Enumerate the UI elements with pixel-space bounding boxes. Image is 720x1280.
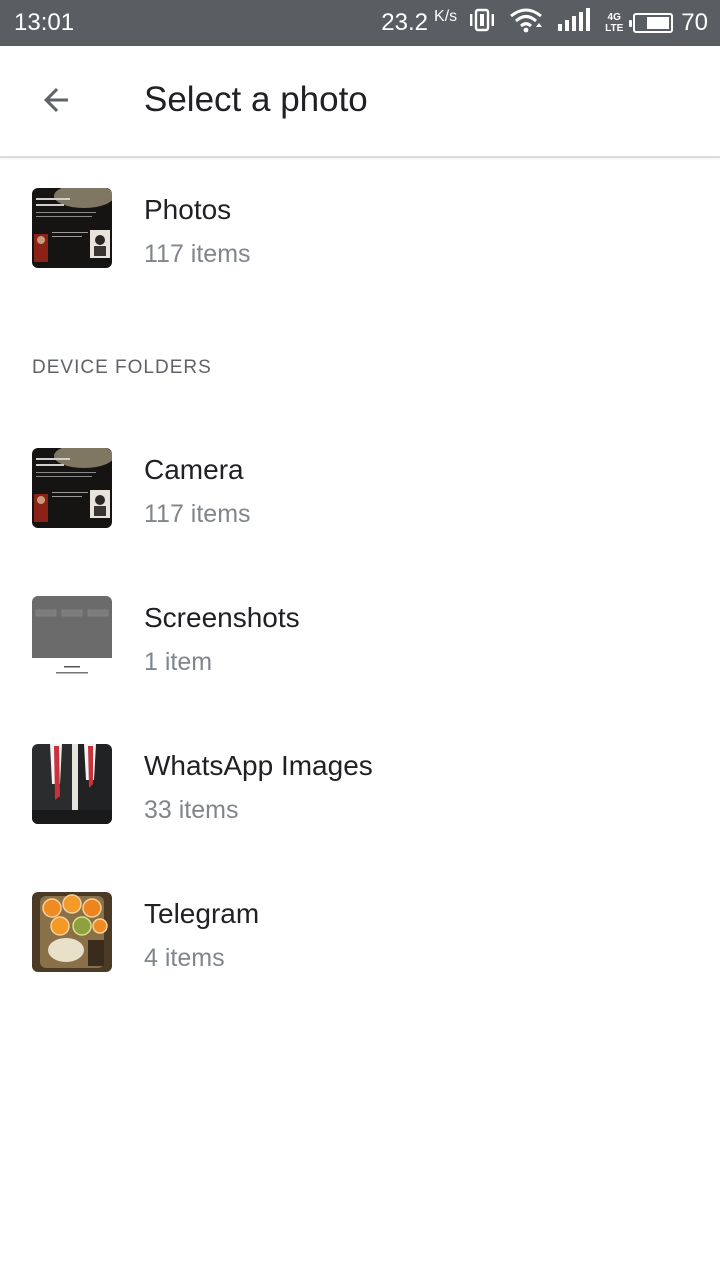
album-thumbnail [32,188,112,268]
folder-count: 4 items [144,944,225,972]
folder-name: WhatsApp Images [144,750,373,781]
status-bar: 13:01 23.2 K/s 4G LTE 70 [0,0,720,46]
app-bar: Select a photo [0,46,720,158]
network-speed: 23.2 [381,9,429,36]
folder-thumbnail [32,448,112,528]
page-title: Select a photo [144,80,368,119]
folder-camera[interactable]: Camera 117 items [0,448,720,558]
vibrate-icon [469,8,495,39]
network-type: 4G LTE [605,12,624,34]
folder-thumbnail [32,596,112,676]
section-header-device-folders: DEVICE FOLDERS [32,357,212,378]
status-icons: 23.2 K/s 4G LTE 70 [381,7,708,40]
folder-whatsapp-images[interactable]: WhatsApp Images 33 items [0,744,720,854]
folder-thumbnail [32,892,112,972]
folder-telegram[interactable]: Telegram 4 items [0,892,720,1002]
status-time: 13:01 [14,9,75,36]
battery-fill [647,17,670,29]
network-speed-unit: K/s [434,8,458,25]
folder-count: 117 items [144,500,251,528]
battery-percent: 70 [681,9,708,36]
folder-thumbnail [32,744,112,824]
signal-icon [557,7,591,39]
album-photos[interactable]: Photos 117 items [0,188,720,298]
folder-count: 33 items [144,796,239,824]
folder-count: 1 item [144,648,213,676]
back-button[interactable] [24,68,88,132]
folder-name: Camera [144,454,244,485]
battery-icon [629,13,674,33]
album-name: Photos [144,194,232,225]
folder-name: Telegram [144,898,260,929]
folder-screenshots[interactable]: Screenshots 1 item [0,596,720,706]
arrow-back-icon [44,88,68,112]
folder-name: Screenshots [144,602,300,633]
album-count: 117 items [144,240,251,268]
wifi-icon [509,7,543,40]
